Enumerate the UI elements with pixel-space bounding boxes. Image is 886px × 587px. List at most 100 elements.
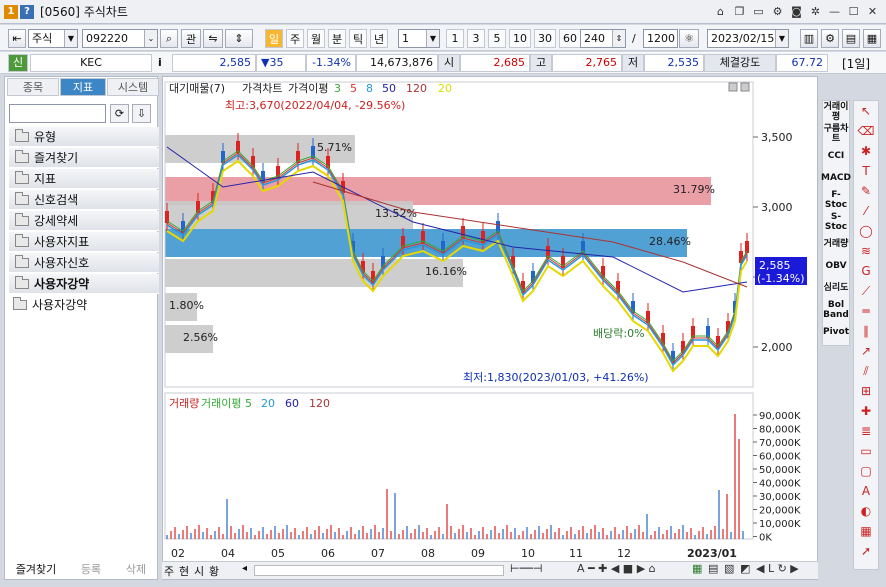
auto-icon[interactable]: A [854, 481, 878, 501]
close-icon[interactable]: ✕ [865, 3, 880, 19]
fan-icon[interactable]: ⟋ [854, 281, 878, 301]
chart-canvas[interactable]: 31.79%5.71%13.52%28.46%16.16%1.80%2.56%3… [163, 77, 819, 581]
left-tab-2[interactable]: 시스템 [107, 78, 159, 96]
download-icon[interactable]: ⇩ [132, 104, 151, 123]
chart-bottom-tab-0[interactable]: 주 [164, 563, 174, 579]
quick-interval-0[interactable]: 1 [446, 29, 464, 48]
scroll-left-icon[interactable]: ◂ [242, 563, 247, 574]
date-picker[interactable]: 2023/02/15 ▼ [707, 29, 789, 48]
grid-icon[interactable]: ▦ [854, 521, 878, 541]
trend-icon[interactable]: ↗ [854, 341, 878, 361]
quick-interval-4[interactable]: 30 [534, 29, 556, 48]
indicator-shortcut-10[interactable]: Pivot [823, 321, 849, 343]
stepper-icon[interactable]: ⇕ [225, 29, 253, 48]
gear-icon[interactable]: ✲ [808, 3, 823, 19]
period-button-3[interactable]: 분 [328, 29, 346, 48]
tree-subitem[interactable]: 사용자강약 [11, 296, 87, 313]
quick-interval-1[interactable]: 3 [467, 29, 485, 48]
bottom-tab-2[interactable]: 삭제 [115, 560, 157, 578]
indicator-shortcut-5[interactable]: S-Stoc [823, 211, 849, 233]
horizontal-scrollbar[interactable] [254, 565, 504, 576]
vline-icon[interactable]: ∥ [854, 321, 878, 341]
text-icon[interactable]: T [854, 161, 878, 181]
chart-icon[interactable]: ◩ [740, 562, 750, 575]
line-icon[interactable]: ⁄ [854, 201, 878, 221]
indicator-shortcut-1[interactable]: 구름차트 [823, 123, 849, 145]
chart-type-icon[interactable]: ▥ [800, 29, 818, 48]
market-select[interactable]: 주식 ▼ [28, 29, 78, 48]
indicator-shortcut-8[interactable]: 심리도 [823, 277, 849, 299]
all-icon[interactable]: ✱ [854, 141, 878, 161]
copy-icon[interactable]: ❐ [732, 3, 747, 19]
period-value-select[interactable]: 1 ▼ [398, 29, 440, 48]
period-button-4[interactable]: 틱 [349, 29, 367, 48]
tree-item-0[interactable]: 유형 [9, 127, 159, 147]
stock-code-input[interactable]: 092220 ⌄ [82, 29, 158, 48]
lock-icon[interactable]: ⌂ [713, 3, 728, 19]
link-icon[interactable]: ⇋ [203, 29, 223, 48]
gwan-button[interactable]: 관 [181, 29, 201, 48]
camera-icon[interactable]: ◙ [789, 3, 804, 19]
channel-icon[interactable]: ⫽ [854, 361, 878, 381]
left-tab-1[interactable]: 지표 [60, 78, 106, 96]
refresh-icon[interactable]: ⚛ [679, 29, 699, 48]
g-line-icon[interactable]: G [854, 261, 878, 281]
export-excel-icon[interactable]: ▦ [692, 562, 702, 575]
arrow-icon[interactable]: ➚ [854, 541, 878, 561]
circle-icon[interactable]: ◯ [854, 221, 878, 241]
chart-bottom-tab-3[interactable]: 황 [209, 563, 219, 579]
zoom-slider-icon[interactable]: ⊢──⊣ [510, 562, 542, 575]
eraser-icon[interactable]: ⌫ [854, 121, 878, 141]
total-input[interactable]: 1200 [643, 29, 678, 48]
quick-interval-2[interactable]: 5 [488, 29, 506, 48]
tree-item-2[interactable]: 지표 [9, 169, 159, 189]
period-button-0[interactable]: 일 [265, 29, 283, 48]
nav-controls-icon[interactable]: A ━ ✚ ◀ ■ ▶ ⌂ [577, 562, 656, 575]
indicator-shortcut-3[interactable]: MACD [821, 167, 851, 189]
period-button-2[interactable]: 월 [307, 29, 325, 48]
indicator-shortcut-4[interactable]: F-Stoc [823, 189, 849, 211]
rect-icon[interactable]: ▭ [854, 441, 878, 461]
tree-item-5[interactable]: 사용자지표 [9, 232, 159, 252]
indicator-shortcut-6[interactable]: 거래량 [823, 233, 849, 255]
quick-interval-5[interactable]: 60 [559, 29, 581, 48]
refresh-icon[interactable]: ⟳ [110, 104, 129, 123]
indicator-shortcut-7[interactable]: OBV [823, 255, 849, 277]
prev-arrow-icon[interactable]: ⇤ [8, 29, 26, 48]
indicator-shortcut-9[interactable]: Bol Band [823, 299, 849, 321]
quick-interval-3[interactable]: 10 [509, 29, 531, 48]
parallel-icon[interactable]: ≣ [854, 421, 878, 441]
fib-icon[interactable]: ⊞ [854, 381, 878, 401]
search-icon[interactable]: ⌕ [160, 29, 178, 48]
bottom-tab-1[interactable]: 등록 [69, 560, 113, 578]
left-tab-0[interactable]: 종목 [7, 78, 59, 96]
cursor-icon[interactable]: ↖ [854, 101, 878, 121]
zigzag-icon[interactable]: ≋ [854, 241, 878, 261]
tree-item-7[interactable]: 사용자강약 [9, 274, 159, 294]
pencil-icon[interactable]: ✎ [854, 181, 878, 201]
cross-icon[interactable]: ✚ [854, 401, 878, 421]
chart-bottom-tab-1[interactable]: 현 [179, 563, 189, 579]
print-icon[interactable]: ▦ [863, 29, 881, 48]
settings-icon[interactable]: ⚙ [770, 3, 785, 19]
color-icon[interactable]: ◐ [854, 501, 878, 521]
chart-bottom-tab-2[interactable]: 시 [194, 563, 204, 579]
period-button-1[interactable]: 주 [286, 29, 304, 48]
step-controls-icon[interactable]: ◀ L ↻ ▶ [756, 562, 799, 575]
window-icon[interactable]: ▭ [751, 3, 766, 19]
bottom-tab-0[interactable]: 즐겨찾기 [5, 560, 67, 578]
info-icon[interactable]: i [158, 56, 162, 69]
maximize-icon[interactable]: ☐ [846, 3, 861, 19]
indicator-search-input[interactable] [9, 104, 106, 123]
tree-item-4[interactable]: 강세약세 [9, 211, 159, 231]
minimize-icon[interactable]: — [827, 3, 842, 19]
hline-icon[interactable]: ═ [854, 301, 878, 321]
period-button-5[interactable]: 년 [370, 29, 388, 48]
indicator-shortcut-0[interactable]: 거래이평 [823, 101, 849, 123]
save-icon[interactable]: ▤ [708, 562, 718, 575]
box-icon[interactable]: ▢ [854, 461, 878, 481]
image-icon[interactable]: ▧ [724, 562, 734, 575]
tree-item-1[interactable]: 즐겨찾기 [9, 148, 159, 168]
tree-item-6[interactable]: 사용자신호 [9, 253, 159, 273]
save-icon[interactable]: ▤ [842, 29, 860, 48]
